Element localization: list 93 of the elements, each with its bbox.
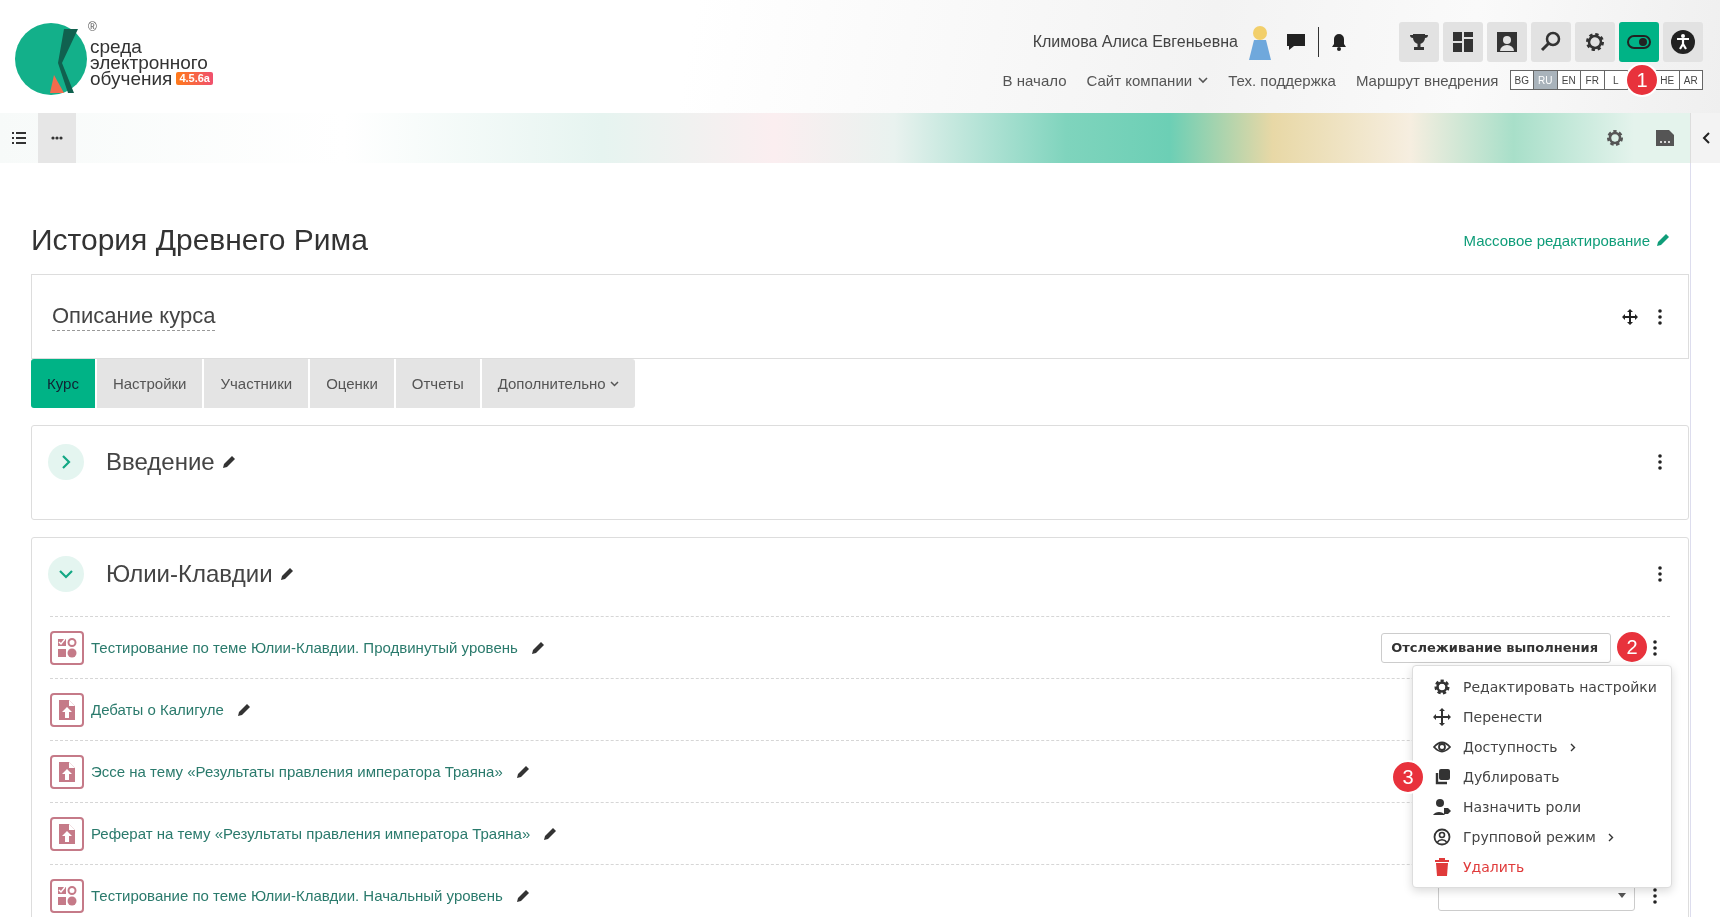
chevron-right-icon [1607, 832, 1614, 842]
quiz-icon [50, 878, 84, 913]
activity-link[interactable]: Дебаты о Калигуле [91, 701, 224, 718]
nav-link[interactable]: В начало [1002, 71, 1067, 89]
course-tab[interactable]: Оценки [310, 359, 396, 408]
user-circle-icon [1433, 828, 1451, 846]
course-tab[interactable]: Курс [31, 359, 97, 408]
pencil-icon [542, 825, 559, 842]
pencil-icon [220, 454, 237, 470]
quiz-icon [50, 630, 84, 665]
dashboard-button[interactable] [1443, 22, 1483, 62]
course-description-title[interactable]: Описание курса [52, 302, 216, 331]
bell-icon [1331, 33, 1347, 51]
menu-item[interactable]: Групповой режим [1413, 822, 1671, 852]
document-icon [1656, 130, 1674, 146]
assignment-icon [50, 754, 84, 789]
course-tab[interactable]: Дополнительно [481, 359, 635, 408]
toggle-button[interactable] [1619, 22, 1659, 62]
course-tab[interactable]: Отчеты [395, 359, 482, 408]
version-badge: 4.5.6a [176, 72, 213, 85]
dots-icon [51, 136, 63, 140]
activity-link[interactable]: Тестирование по теме Юлии-Клавдии. Начальный уровень [91, 887, 503, 904]
step-marker: 2 [1615, 630, 1649, 664]
collapse-toggle[interactable] [48, 556, 84, 592]
kebab-icon [1653, 887, 1657, 904]
search-icon [1539, 30, 1563, 54]
nav-link[interactable]: Тех. поддержка [1228, 71, 1336, 89]
step-marker: 3 [1391, 760, 1425, 794]
dashboard-icon [1451, 30, 1475, 54]
nav-link[interactable]: Сайт компании [1086, 71, 1209, 89]
accessibility-icon [1671, 30, 1695, 54]
menu-item[interactable]: Редактировать настройки [1413, 672, 1671, 702]
section-title: Юлии-Клавдии [106, 560, 273, 588]
pencil-icon [1655, 232, 1671, 248]
completion-button[interactable]: Отслеживание выполнения [1381, 632, 1611, 663]
chat-icon [1286, 33, 1306, 51]
search-button[interactable] [1531, 22, 1571, 62]
menu-item[interactable]: Доступность [1413, 732, 1671, 762]
pencil-icon [235, 701, 252, 718]
trash-icon [1433, 858, 1451, 876]
menu-item[interactable]: Назначить роли [1413, 792, 1671, 822]
chevron-right-icon [61, 455, 71, 469]
drawer-toggle-button[interactable] [1690, 113, 1720, 163]
settings-icon [1433, 678, 1451, 696]
profile-button[interactable] [1487, 22, 1527, 62]
activity-link[interactable]: Эссе на тему «Результаты правления императора Траяна» [91, 763, 503, 780]
language-button[interactable]: BG [1509, 70, 1534, 90]
menu-item[interactable]: Перенести [1413, 702, 1671, 732]
activity-link[interactable]: Реферат на тему «Результаты правления императора Траяна» [91, 825, 531, 842]
list-icon [12, 132, 26, 144]
logo-text: обучения [90, 70, 173, 87]
chevron-right-icon [1569, 742, 1576, 752]
page-title: История Древнего Рима [31, 223, 368, 257]
pencil-icon [529, 639, 546, 656]
nav-link[interactable]: Маршрут внедрения [1355, 71, 1499, 89]
move-icon [1622, 308, 1638, 325]
kebab-icon [1658, 308, 1662, 325]
registered-mark: ® [88, 20, 97, 34]
menu-item[interactable]: Удалить [1413, 852, 1671, 882]
logo-text: среда [90, 38, 143, 55]
assignment-icon [50, 816, 84, 851]
user-tag-icon [1433, 798, 1451, 816]
chevron-left-icon [1701, 132, 1710, 144]
kebab-icon [1658, 454, 1662, 470]
kebab-icon [1658, 566, 1662, 582]
assignment-icon [50, 692, 84, 727]
settings-icon [1583, 30, 1607, 54]
accessibility-button[interactable] [1663, 22, 1703, 62]
activity-link[interactable]: Тестирование по теме Юлии-Клавдии. Продвинутый уровень [91, 639, 518, 656]
settings-icon [1605, 128, 1625, 148]
pencil-icon [514, 887, 531, 904]
language-button[interactable]: FR [1580, 70, 1605, 90]
language-button[interactable]: AR [1678, 70, 1703, 90]
kebab-icon [1653, 639, 1657, 656]
course-tab[interactable]: Настройки [96, 359, 205, 408]
step-marker: 1 [1625, 63, 1659, 97]
profile-icon [1495, 30, 1519, 54]
trophy-button[interactable] [1399, 22, 1439, 62]
chevron-down-icon [59, 569, 73, 579]
course-tab[interactable]: Участники [204, 359, 311, 408]
collapse-toggle[interactable] [48, 444, 84, 480]
settings-button[interactable] [1575, 22, 1615, 62]
chevron-down-icon [1198, 76, 1209, 84]
move-icon [1433, 708, 1451, 726]
copy-icon [1433, 768, 1451, 786]
pencil-icon [514, 763, 531, 780]
pencil-icon [278, 566, 295, 582]
bulk-edit-link[interactable]: Массовое редактирование [1463, 231, 1671, 249]
caret-icon [1618, 893, 1626, 898]
user-name: Климова Алиса Евгеньевна [1032, 33, 1238, 51]
chevron-down-icon [609, 380, 619, 387]
avatar-icon [1246, 24, 1274, 60]
section-title: Введение [106, 448, 215, 476]
